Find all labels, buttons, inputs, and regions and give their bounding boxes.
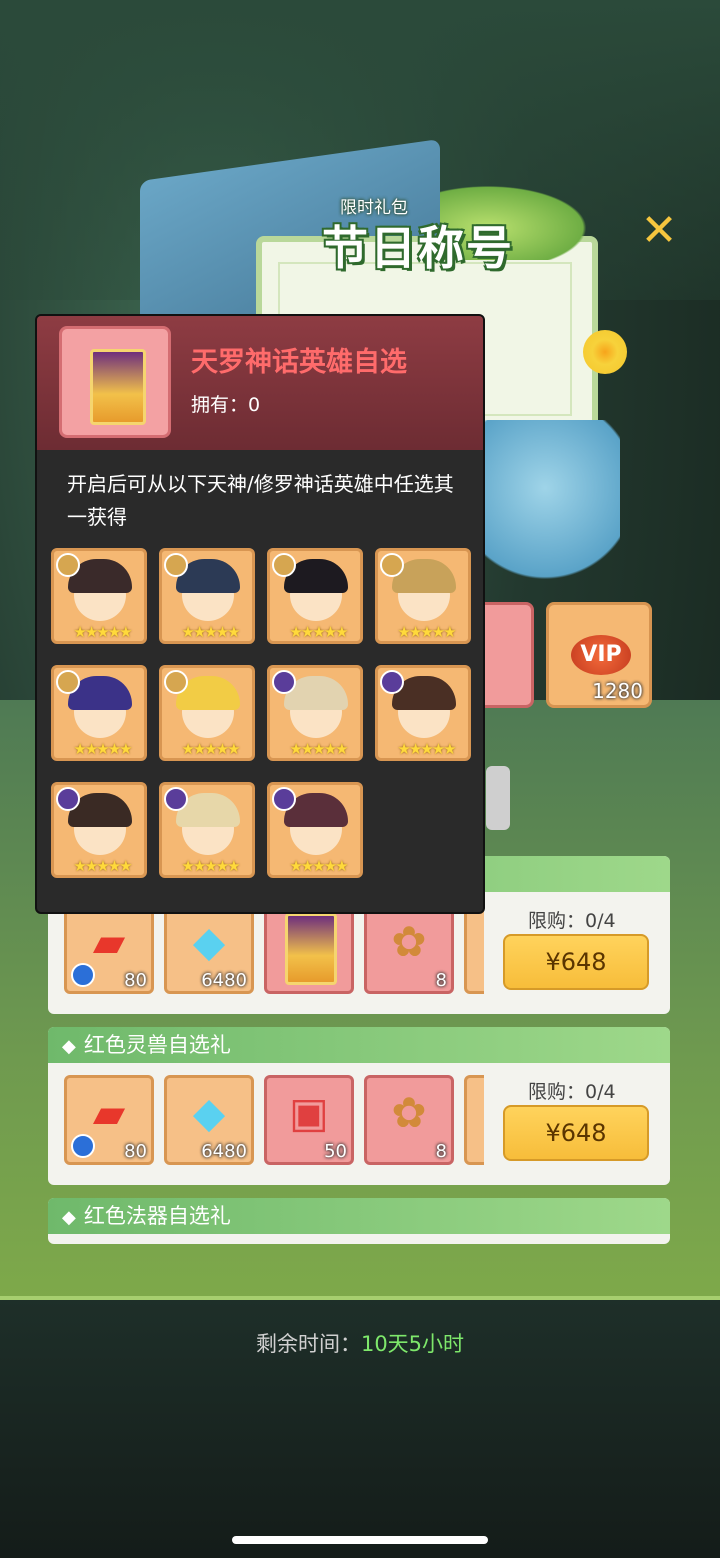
star-rating: ★★★★★ xyxy=(181,623,240,641)
item-count: 80 xyxy=(124,1141,147,1162)
red-ticket-item[interactable]: ▰ 80 xyxy=(64,904,154,994)
hero-option[interactable]: ★★★★★ xyxy=(51,665,147,761)
close-icon: ✕ xyxy=(640,205,678,256)
buy-button[interactable]: ¥648 xyxy=(503,934,649,990)
flame-faction-icon xyxy=(272,670,296,694)
hero-card-icon xyxy=(285,913,337,985)
hero-option[interactable]: ★★★★★ xyxy=(51,782,147,878)
close-button[interactable]: ✕ xyxy=(636,208,682,254)
vip-reward-item[interactable]: VIP 1280 xyxy=(546,602,652,708)
clock-icon xyxy=(71,1134,95,1158)
item-count: 50 xyxy=(324,1141,347,1162)
gift-pack-2-items: ▰ 80 ◆ 6480 ▣ 50 ✿ 8 xyxy=(64,1075,484,1171)
item-detail-popup: 天罗神话英雄自选 拥有：0 开启后可从以下天神/修罗神话英雄中任选其一获得 ★★… xyxy=(35,314,485,914)
gift-pack-3-title: 红色法器自选礼 xyxy=(83,1204,231,1228)
item-description: 开启后可从以下天神/修罗神话英雄中任选其一获得 xyxy=(67,472,454,529)
flower-basket-item[interactable]: ✿ 8 xyxy=(364,904,454,994)
vip-icon: VIP xyxy=(571,635,631,675)
hero-card-icon xyxy=(90,349,146,425)
hero-option[interactable]: ★★★★★ xyxy=(375,548,471,644)
flame-faction-icon xyxy=(164,787,188,811)
gift-pack-2-header: ◆ 红色灵兽自选礼 xyxy=(48,1027,670,1063)
hero-option[interactable]: ★★★★★ xyxy=(159,548,255,644)
diamond-item[interactable]: ◆ 6480 xyxy=(164,904,254,994)
hero-option[interactable]: ★★★★★ xyxy=(267,665,363,761)
star-rating: ★★★★★ xyxy=(73,740,132,758)
clock-icon xyxy=(71,963,95,987)
flame-faction-icon xyxy=(380,670,404,694)
event-title: 节日称号 xyxy=(322,221,514,275)
remaining-time-value: 10天5小时 xyxy=(360,1332,465,1356)
flower-icon xyxy=(583,330,627,374)
flame-faction-icon xyxy=(56,787,80,811)
hero-option[interactable]: ★★★★★ xyxy=(267,782,363,878)
gift-pack-3: ◆ 红色法器自选礼 xyxy=(48,1198,670,1244)
lotus-faction-icon xyxy=(380,553,404,577)
gift-pack-1-items: ▰ 80 ◆ 6480 ✿ 8 xyxy=(64,904,484,1000)
star-rating: ★★★★★ xyxy=(181,740,240,758)
star-rating: ★★★★★ xyxy=(397,623,456,641)
item-count: 8 xyxy=(435,1141,447,1162)
treasure-chest-item[interactable]: ▣ 50 xyxy=(264,1075,354,1165)
hero-option[interactable]: ★★★★★ xyxy=(375,665,471,761)
more-item[interactable] xyxy=(464,1075,484,1165)
ribbon-bow-icon xyxy=(470,420,620,590)
lotus-faction-icon xyxy=(272,553,296,577)
remaining-time: 剩余时间：10天5小时 xyxy=(0,1328,720,1358)
item-owned-count: 拥有：0 xyxy=(191,394,261,416)
star-rating: ★★★★★ xyxy=(181,857,240,875)
item-name: 天罗神话英雄自选 xyxy=(191,347,407,378)
flame-faction-icon xyxy=(272,787,296,811)
hero-card-item[interactable] xyxy=(264,904,354,994)
hero-option[interactable]: ★★★★★ xyxy=(159,782,255,878)
flower-basket-icon: ✿ xyxy=(391,917,427,966)
item-count: 80 xyxy=(124,970,147,991)
diamond-icon: ◆ xyxy=(192,917,226,966)
flower-basket-item[interactable]: ✿ 8 xyxy=(364,1075,454,1165)
gift-pack-2-title: 红色灵兽自选礼 xyxy=(83,1033,231,1057)
star-rating: ★★★★★ xyxy=(289,857,348,875)
hero-option[interactable]: ★★★★★ xyxy=(159,665,255,761)
more-item[interactable] xyxy=(464,904,484,994)
home-indicator xyxy=(232,1536,488,1544)
lotus-faction-icon xyxy=(164,553,188,577)
treasure-chest-icon: ▣ xyxy=(289,1088,329,1137)
red-ticket-icon: ▰ xyxy=(92,917,126,966)
buy-button[interactable]: ¥648 xyxy=(503,1105,649,1161)
hero-option[interactable]: ★★★★★ xyxy=(51,548,147,644)
star-rating: ★★★★★ xyxy=(397,740,456,758)
diamond-item[interactable]: ◆ 6480 xyxy=(164,1075,254,1165)
item-count: 6480 xyxy=(201,1141,247,1162)
remaining-time-label: 剩余时间： xyxy=(255,1332,361,1356)
red-ticket-item[interactable]: ▰ 80 xyxy=(64,1075,154,1165)
flower-basket-icon: ✿ xyxy=(391,1088,427,1137)
lotus-faction-icon xyxy=(56,553,80,577)
diamond-bullet-icon: ◆ xyxy=(62,1036,76,1057)
star-rating: ★★★★★ xyxy=(73,623,132,641)
lotus-faction-icon xyxy=(164,670,188,694)
star-rating: ★★★★★ xyxy=(73,857,132,875)
item-icon-frame xyxy=(59,326,171,438)
star-rating: ★★★★★ xyxy=(289,740,348,758)
purchase-limit: 限购：0/4 xyxy=(528,910,616,932)
item-count: 8 xyxy=(435,970,447,991)
lotus-faction-icon xyxy=(56,670,80,694)
purchase-button-edge[interactable] xyxy=(486,766,510,830)
red-ticket-icon: ▰ xyxy=(92,1088,126,1137)
item-count: 6480 xyxy=(201,970,247,991)
popup-header: 天罗神话英雄自选 拥有：0 xyxy=(37,316,483,450)
diamond-icon: ◆ xyxy=(192,1088,226,1137)
vip-reward-count: 1280 xyxy=(592,679,643,703)
star-rating: ★★★★★ xyxy=(289,623,348,641)
hero-option[interactable]: ★★★★★ xyxy=(267,548,363,644)
diamond-bullet-icon: ◆ xyxy=(62,1207,76,1228)
gift-pack-3-header: ◆ 红色法器自选礼 xyxy=(48,1198,670,1234)
gift-pack-2: ◆ 红色灵兽自选礼 ▰ 80 ◆ 6480 ▣ 50 ✿ 8 限购：0/4 ¥64… xyxy=(48,1027,670,1185)
purchase-limit: 限购：0/4 xyxy=(528,1081,616,1103)
